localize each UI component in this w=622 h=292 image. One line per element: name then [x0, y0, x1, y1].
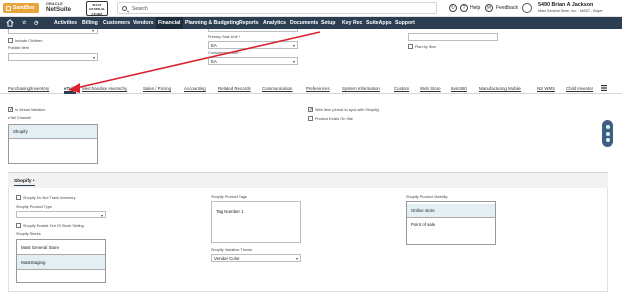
etail-channel-option[interactable]: Shopify [9, 125, 97, 139]
web-item-checkbox[interactable] [308, 107, 313, 113]
do-not-track-inventory-label: Shopify Do Not Track Inventory [23, 195, 76, 200]
variation-theme-select[interactable]: Vendor Color ▾ [211, 254, 301, 262]
visibility-option-point-of-sale[interactable]: Point of sale [407, 218, 495, 232]
store-option-maststaging[interactable]: MastStaging [17, 255, 105, 270]
subtab-shopify[interactable]: Shopify • [14, 179, 35, 186]
widget-dot-icon [605, 125, 610, 129]
etail-channel-multiselect[interactable]: Shopify [8, 124, 98, 164]
web-item-label: Web Item (check to sync with Shopify) [315, 107, 380, 112]
shopify-subtab-bar: Shopify • [8, 172, 608, 188]
product-tags-label: Shopify Product Tags [211, 195, 247, 199]
variation-theme-value: Vendor Color [214, 256, 240, 261]
product-type-select[interactable]: ▾ [16, 211, 106, 218]
is-virtual-variation-checkbox[interactable] [8, 107, 13, 113]
product-exists-checkbox[interactable] [308, 116, 313, 121]
variation-theme-label: Shopify Variation Theme [211, 248, 253, 252]
store-option-mast-general[interactable]: Mast General Store [17, 240, 105, 255]
enable-oos-selling-label: Shopify Enable Out Of Stock Selling [23, 223, 84, 228]
enable-oos-selling-checkbox[interactable] [16, 223, 21, 228]
is-virtual-variation-label: Is Virtual Variation [15, 107, 46, 112]
product-tags-value: Tag Number 1 [216, 209, 244, 214]
product-visibility-multiselect[interactable]: Online store Point of sale [406, 201, 496, 245]
shopify-stores-label: Shopify Stores [16, 232, 41, 236]
product-visibility-label: Shopify Product Visibility [406, 195, 448, 199]
shopify-stores-multiselect[interactable]: Mast General Store MastStaging [16, 239, 106, 283]
widget-dot-icon [605, 138, 610, 142]
product-tags-textarea[interactable]: Tag Number 1 [211, 201, 301, 243]
etail-channel-label: eTail Channel [8, 116, 32, 120]
product-type-label: Shopify Product Type [16, 205, 53, 209]
do-not-track-inventory-checkbox[interactable] [16, 195, 21, 200]
product-exists-label: Product Exists On Site [315, 116, 353, 121]
widget-dot-icon [605, 131, 610, 136]
visibility-option-online-store[interactable]: Online store [407, 204, 495, 218]
side-navigation-widget[interactable] [602, 120, 613, 147]
chevron-down-icon: ▾ [100, 212, 103, 218]
chevron-down-icon: ▾ [295, 256, 298, 261]
